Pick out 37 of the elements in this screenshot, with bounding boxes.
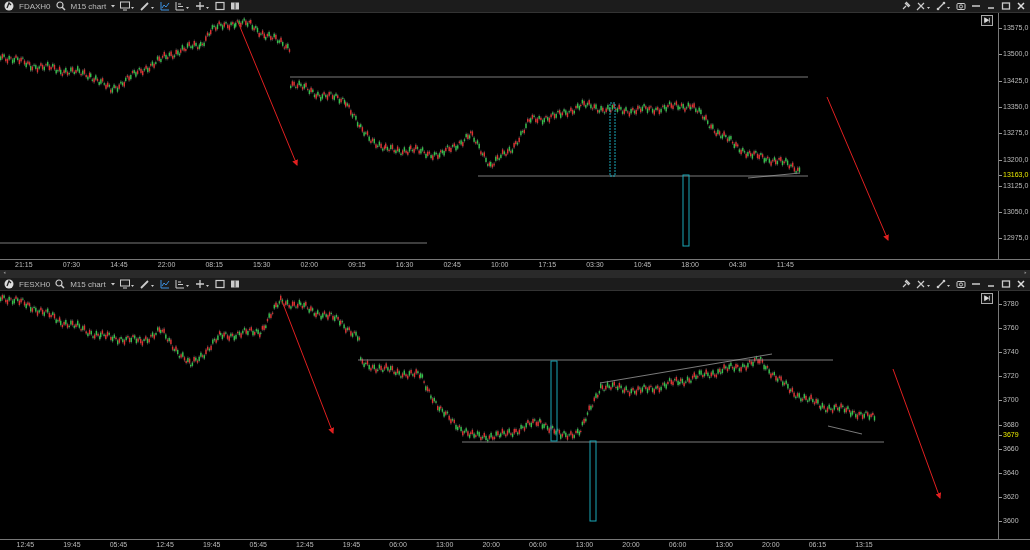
panel-icon[interactable] bbox=[230, 1, 241, 11]
trend-line bbox=[827, 425, 863, 435]
pencil-icon[interactable] bbox=[140, 1, 156, 11]
axis-icon[interactable] bbox=[174, 279, 190, 289]
monitor-icon[interactable] bbox=[119, 279, 135, 289]
link-icon[interactable] bbox=[936, 1, 951, 11]
tools-icon[interactable] bbox=[916, 1, 931, 11]
timeframe-dropdown[interactable]: M15 chart bbox=[70, 1, 107, 11]
search-icon[interactable] bbox=[55, 279, 66, 289]
maximize-icon[interactable] bbox=[1001, 279, 1011, 289]
line-chart-icon[interactable] bbox=[159, 279, 170, 289]
monitor-icon[interactable] bbox=[120, 1, 136, 11]
camera-icon[interactable] bbox=[956, 1, 966, 11]
square-icon[interactable] bbox=[215, 1, 226, 11]
axis-icon[interactable] bbox=[175, 1, 191, 11]
timeframe-dropdown[interactable]: M15 chart bbox=[70, 279, 106, 289]
link-icon[interactable] bbox=[936, 279, 951, 289]
skip-end-icon bbox=[983, 294, 991, 303]
close-icon[interactable] bbox=[1016, 279, 1026, 289]
scrollbar[interactable] bbox=[0, 270, 1030, 278]
panel-icon[interactable] bbox=[229, 279, 240, 289]
maximize-icon[interactable] bbox=[1001, 1, 1011, 11]
symbol-label: FESXH0 bbox=[19, 279, 51, 289]
tools-icon[interactable] bbox=[916, 279, 931, 289]
crosshair-icon[interactable] bbox=[194, 279, 210, 289]
square-icon[interactable] bbox=[214, 279, 225, 289]
crosshair-icon[interactable] bbox=[195, 1, 211, 11]
camera-icon[interactable] bbox=[956, 279, 966, 289]
symbol-label: FDAXH0 bbox=[19, 1, 51, 11]
close-icon[interactable] bbox=[1016, 1, 1026, 11]
scroll-to-end-button[interactable] bbox=[981, 293, 993, 304]
pencil-icon[interactable] bbox=[139, 279, 155, 289]
scroll-to-end-button[interactable] bbox=[981, 15, 993, 26]
line-chart-icon[interactable] bbox=[160, 1, 171, 11]
search-icon[interactable] bbox=[55, 1, 66, 11]
trend-line bbox=[747, 172, 801, 179]
skip-end-icon bbox=[983, 16, 991, 25]
